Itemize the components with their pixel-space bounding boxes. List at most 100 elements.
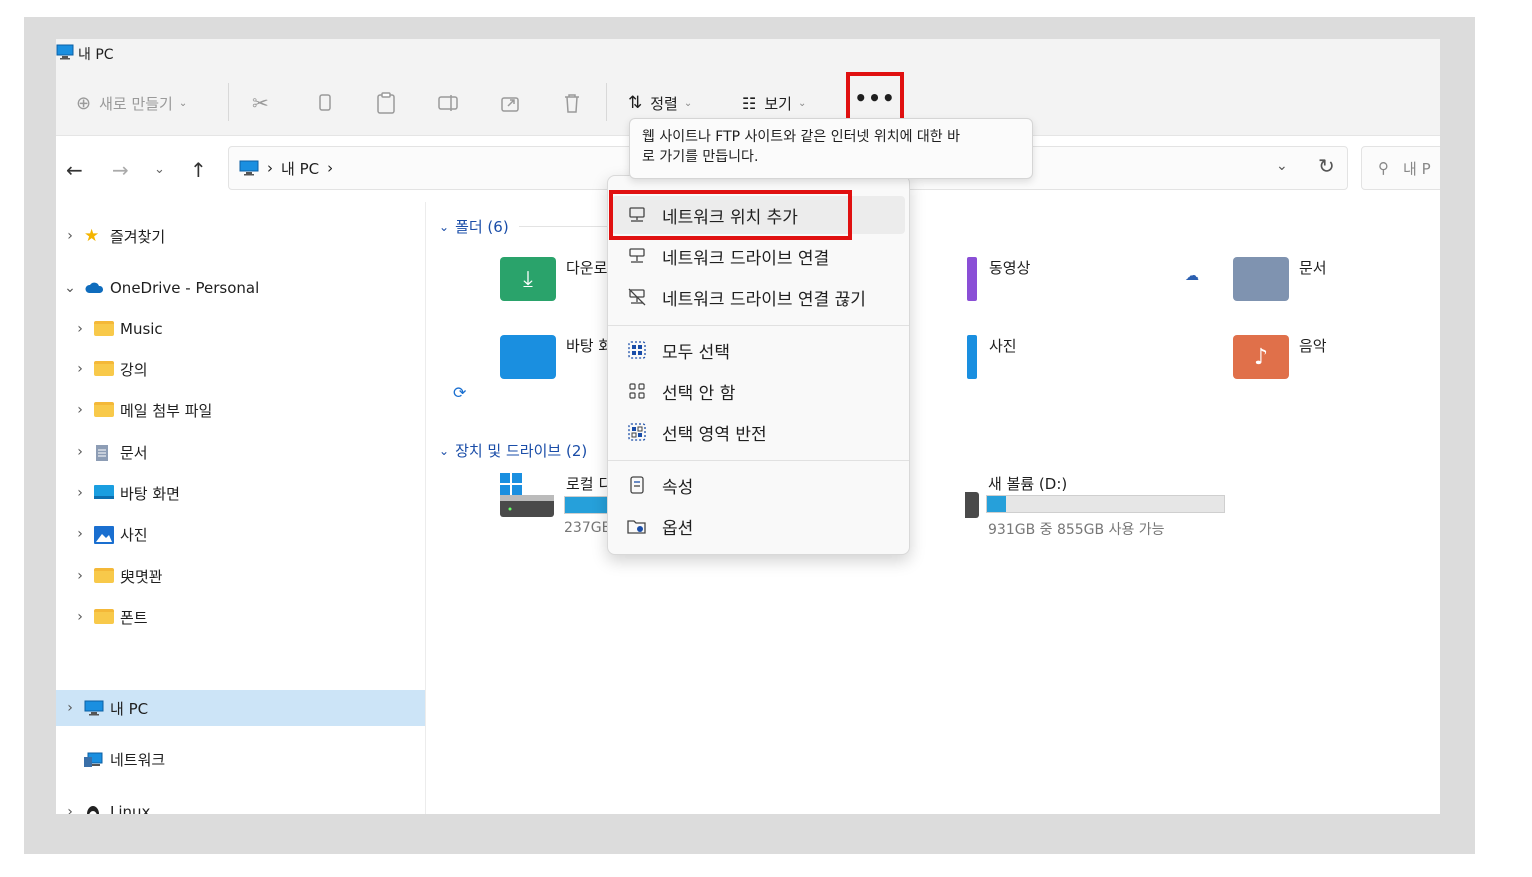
menu-item-properties[interactable]: 속성 bbox=[612, 466, 905, 504]
refresh-icon[interactable]: ↻ bbox=[1318, 154, 1335, 178]
scissors-icon: ✂ bbox=[252, 91, 269, 115]
sidebar-item-pictures[interactable]: › 사진 bbox=[72, 520, 148, 548]
drives-group-header[interactable]: ⌄ 장치 및 드라이브 (2) bbox=[439, 440, 587, 461]
sidebar-item-documents[interactable]: › 문서 bbox=[72, 438, 148, 466]
folders-group-header[interactable]: ⌄ 폴더 (6) bbox=[439, 216, 629, 237]
drive-tile-d[interactable]: 새 볼륨 (D:) bbox=[988, 473, 1067, 494]
sidebar-item-lectures[interactable]: › 강의 bbox=[72, 355, 148, 383]
linux-icon bbox=[84, 804, 104, 814]
sort-button-label: 정렬 bbox=[650, 94, 678, 113]
pc-icon bbox=[239, 160, 259, 176]
sidebar-item-network[interactable]: 네트워크 bbox=[78, 745, 165, 773]
videos-folder-icon bbox=[967, 257, 977, 301]
sidebar-item-label: 강의 bbox=[120, 360, 148, 379]
sort-arrows-icon: ⇅ bbox=[628, 93, 643, 113]
pc-icon bbox=[84, 700, 104, 716]
invert-selection-icon bbox=[626, 422, 648, 442]
sidebar-item-label: 문서 bbox=[120, 443, 148, 462]
forward-arrow-icon[interactable]: → bbox=[112, 158, 129, 182]
map-drive-icon bbox=[626, 246, 648, 266]
menu-item-invert-selection[interactable]: 선택 영역 반전 bbox=[612, 413, 905, 451]
search-box[interactable]: ⚲ 내 P bbox=[1361, 146, 1440, 190]
sidebar-item-linux[interactable]: › Linux bbox=[62, 798, 150, 814]
document-icon bbox=[94, 444, 114, 461]
disconnect-drive-icon bbox=[626, 287, 648, 307]
documents-folder-icon bbox=[1233, 257, 1289, 301]
breadcrumb-separator-icon: › bbox=[267, 159, 273, 177]
pictures-icon bbox=[94, 526, 114, 544]
folder-tile-pictures[interactable]: 사진 bbox=[967, 335, 1017, 379]
folder-label: 바탕 화 bbox=[566, 337, 613, 355]
menu-item-label: 옵션 bbox=[662, 518, 694, 539]
chevron-down-icon: ⌄ bbox=[797, 97, 807, 109]
menu-item-map-network-drive[interactable]: 네트워크 드라이브 연결 bbox=[612, 237, 905, 275]
view-button-label: 보기 bbox=[764, 94, 792, 113]
breadcrumb-item[interactable]: 내 PC bbox=[281, 158, 319, 179]
menu-separator bbox=[608, 325, 909, 326]
menu-item-options[interactable]: 옵션 bbox=[612, 507, 905, 545]
see-more-button[interactable]: ••• bbox=[846, 72, 904, 124]
menu-item-select-all[interactable]: 모두 선택 bbox=[612, 331, 905, 369]
new-button[interactable]: ⊕ 새로 만들기 ⌄ bbox=[76, 91, 187, 115]
menu-item-label: 선택 영역 반전 bbox=[662, 424, 767, 445]
copy-icon bbox=[319, 94, 331, 111]
cut-button[interactable]: ✂ bbox=[252, 91, 269, 115]
paste-button[interactable] bbox=[376, 91, 396, 115]
menu-item-label: 네트워크 드라이브 연결 bbox=[662, 248, 830, 269]
star-icon: ★ bbox=[84, 226, 100, 246]
menu-separator bbox=[608, 460, 909, 461]
menu-item-select-none[interactable]: 선택 안 함 bbox=[612, 372, 905, 410]
toolbar-divider bbox=[606, 83, 607, 121]
sidebar-item-label: 臾몃꽌 bbox=[120, 567, 163, 586]
sidebar-item-label: Music bbox=[120, 320, 163, 338]
address-history-dropdown-icon[interactable]: ⌄ bbox=[1276, 158, 1288, 174]
cloud-icon bbox=[84, 280, 104, 296]
folder-tile-music[interactable]: ♪ 음악 bbox=[1233, 335, 1327, 379]
sidebar-item-garbled-folder[interactable]: › 臾몃꽌 bbox=[72, 562, 163, 590]
drive-space-text: 931GB 중 855GB 사용 가능 bbox=[988, 522, 1165, 538]
sidebar-item-favorites[interactable]: › ★ 즐겨찾기 bbox=[62, 222, 165, 250]
up-arrow-icon[interactable]: ↑ bbox=[190, 158, 207, 182]
folder-tile-downloads[interactable]: ⤓ 다운로 bbox=[500, 257, 607, 301]
chevron-right-icon: › bbox=[67, 700, 73, 716]
desktop-folder-icon bbox=[500, 335, 556, 379]
chevron-right-icon: › bbox=[67, 228, 73, 244]
navigation-pane: › ★ 즐겨찾기 ⌄ OneDrive - Personal › Music ›… bbox=[56, 202, 426, 814]
menu-item-label: 속성 bbox=[662, 477, 694, 498]
recent-dropdown-icon[interactable]: ⌄ bbox=[154, 162, 165, 177]
chevron-right-icon: › bbox=[77, 361, 83, 377]
sidebar-item-label: 바탕 화면 bbox=[120, 484, 180, 503]
share-button[interactable] bbox=[500, 91, 522, 115]
chevron-right-icon: › bbox=[77, 485, 83, 501]
copy-button[interactable] bbox=[316, 91, 334, 115]
folder-icon bbox=[94, 402, 114, 418]
sidebar-item-music[interactable]: › Music bbox=[72, 315, 163, 343]
folder-tile-documents[interactable]: 문서 bbox=[1233, 257, 1327, 301]
delete-button[interactable] bbox=[562, 91, 582, 115]
view-button[interactable]: ☷ 보기 ⌄ bbox=[742, 91, 806, 115]
sidebar-item-this-pc[interactable]: › 내 PC bbox=[62, 694, 148, 722]
sidebar-item-mail-attachments[interactable]: › 메일 첨부 파일 bbox=[72, 396, 212, 424]
plus-circle-icon: ⊕ bbox=[76, 92, 92, 114]
back-arrow-icon[interactable]: ← bbox=[66, 158, 83, 182]
windows-drive-icon bbox=[500, 473, 556, 519]
window-title: 내 PC bbox=[78, 47, 114, 63]
ellipsis-icon: ••• bbox=[854, 86, 896, 110]
trash-icon bbox=[565, 94, 579, 113]
sidebar-item-onedrive[interactable]: ⌄ OneDrive - Personal bbox=[62, 274, 259, 302]
toolbar-divider bbox=[228, 83, 229, 121]
chevron-down-icon: ⌄ bbox=[683, 97, 693, 109]
sort-button[interactable]: ⇅ 정렬 ⌄ bbox=[628, 91, 692, 115]
folder-tile-desktop[interactable]: 바탕 화 bbox=[500, 335, 612, 379]
chevron-right-icon: › bbox=[77, 402, 83, 418]
rename-icon bbox=[438, 95, 458, 111]
folder-tile-videos[interactable]: 동영상 bbox=[967, 257, 1030, 301]
sidebar-item-fonts[interactable]: › 폰트 bbox=[72, 603, 147, 631]
sidebar-item-desktop[interactable]: › 바탕 화면 bbox=[72, 479, 180, 507]
menu-item-disconnect-network-drive[interactable]: 네트워크 드라이브 연결 끊기 bbox=[612, 278, 905, 316]
downloads-folder-icon: ⤓ bbox=[500, 257, 556, 301]
rename-button[interactable] bbox=[438, 91, 460, 115]
drive-usage-bar bbox=[564, 496, 610, 514]
pictures-folder-icon bbox=[967, 335, 977, 379]
sidebar-item-label: 내 PC bbox=[110, 699, 149, 718]
